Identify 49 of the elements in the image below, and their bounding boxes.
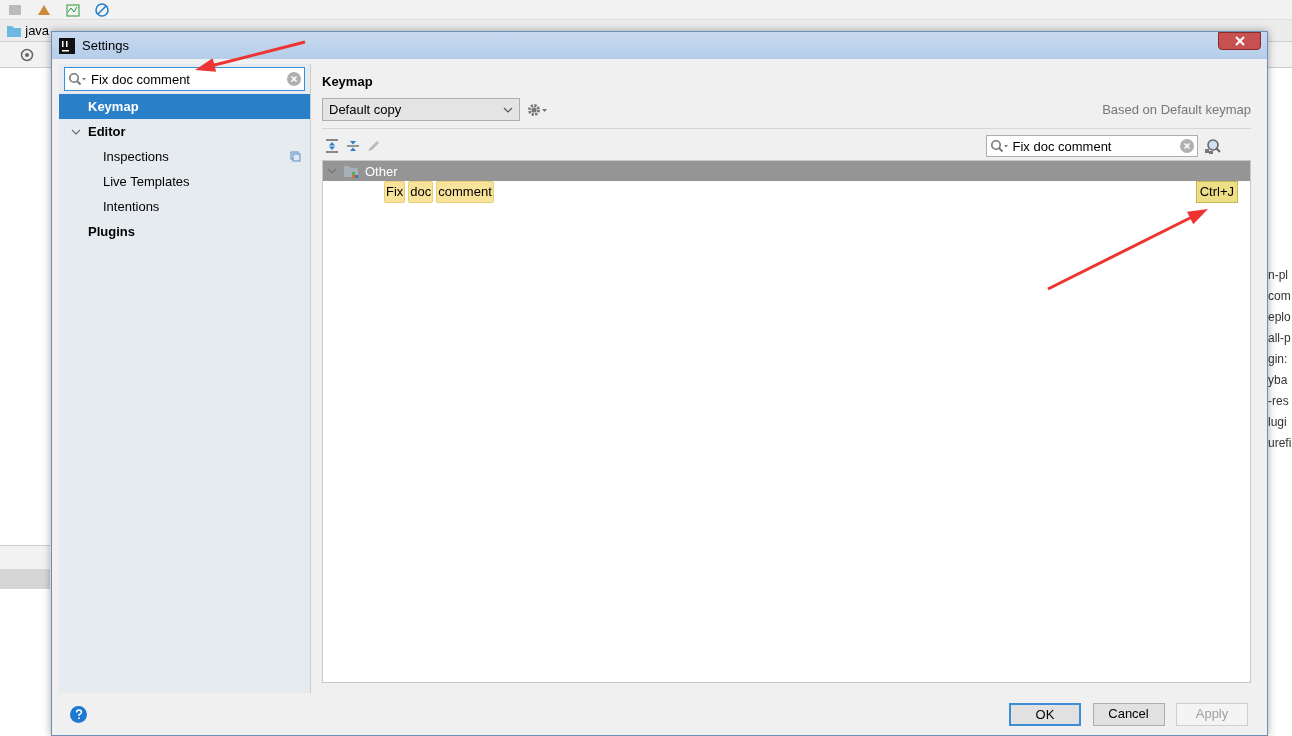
- code-line: urefi: [1268, 435, 1292, 452]
- chart-icon[interactable]: [64, 2, 81, 17]
- clear-icon[interactable]: [287, 72, 301, 86]
- filter-field[interactable]: Fix doc comment: [985, 135, 1198, 157]
- search-icon: [989, 139, 1008, 153]
- nav-item[interactable]: Inspections: [59, 144, 310, 169]
- code-line: gin:: [1268, 351, 1289, 368]
- dialog-button[interactable]: Cancel: [1092, 702, 1165, 726]
- close-icon: [1234, 36, 1245, 46]
- search-match: doc: [408, 181, 434, 203]
- code-line: yba: [1268, 372, 1289, 389]
- collapse-all-icon[interactable]: [345, 139, 360, 153]
- close-button[interactable]: [1218, 32, 1261, 50]
- code-line: -res: [1268, 393, 1290, 410]
- help-button[interactable]: [70, 705, 87, 723]
- panel-toolbar: [0, 545, 50, 589]
- keymap-dropdown[interactable]: Default copy: [322, 98, 520, 121]
- nav-item[interactable]: Intentions: [59, 194, 310, 219]
- code-line: com: [1268, 288, 1292, 305]
- based-on-label: Based on Default keymap: [1102, 100, 1251, 119]
- chevron-down-icon: [503, 106, 513, 113]
- window-title: Settings: [82, 36, 129, 55]
- dialog-button[interactable]: OK: [1009, 702, 1081, 726]
- nav-item[interactable]: Keymap: [59, 94, 310, 119]
- target-icon[interactable]: [19, 47, 34, 62]
- settings-icon[interactable]: [526, 102, 547, 117]
- section-heading: Keymap: [322, 73, 374, 91]
- code-line: lugi: [1268, 414, 1288, 431]
- breadcrumb-item[interactable]: java: [25, 20, 50, 41]
- group-label: Other: [365, 162, 398, 181]
- nav-item[interactable]: Plugins: [59, 219, 310, 244]
- nav-item[interactable]: Live Templates: [59, 169, 310, 194]
- clear-icon[interactable]: [1179, 139, 1194, 153]
- search-field[interactable]: Fix doc comment: [64, 67, 305, 91]
- search-match: Fix: [384, 181, 406, 203]
- folder-icon: [343, 164, 359, 179]
- search-icon: [68, 72, 86, 86]
- expand-all-icon[interactable]: [325, 139, 340, 153]
- code-line: eplo: [1268, 309, 1292, 326]
- code-line: all-p: [1268, 330, 1292, 347]
- folder-icon: [6, 23, 22, 38]
- code-line: n-pl: [1268, 267, 1289, 284]
- help-icon: [73, 708, 84, 720]
- app-logo-icon: [59, 37, 75, 54]
- shortcut-tag: Ctrl+J: [1195, 181, 1238, 203]
- search-match: comment: [436, 181, 494, 203]
- stop-icon[interactable]: [93, 2, 110, 17]
- nav-item[interactable]: Editor: [59, 119, 310, 144]
- find-shortcut-icon[interactable]: [1204, 137, 1221, 155]
